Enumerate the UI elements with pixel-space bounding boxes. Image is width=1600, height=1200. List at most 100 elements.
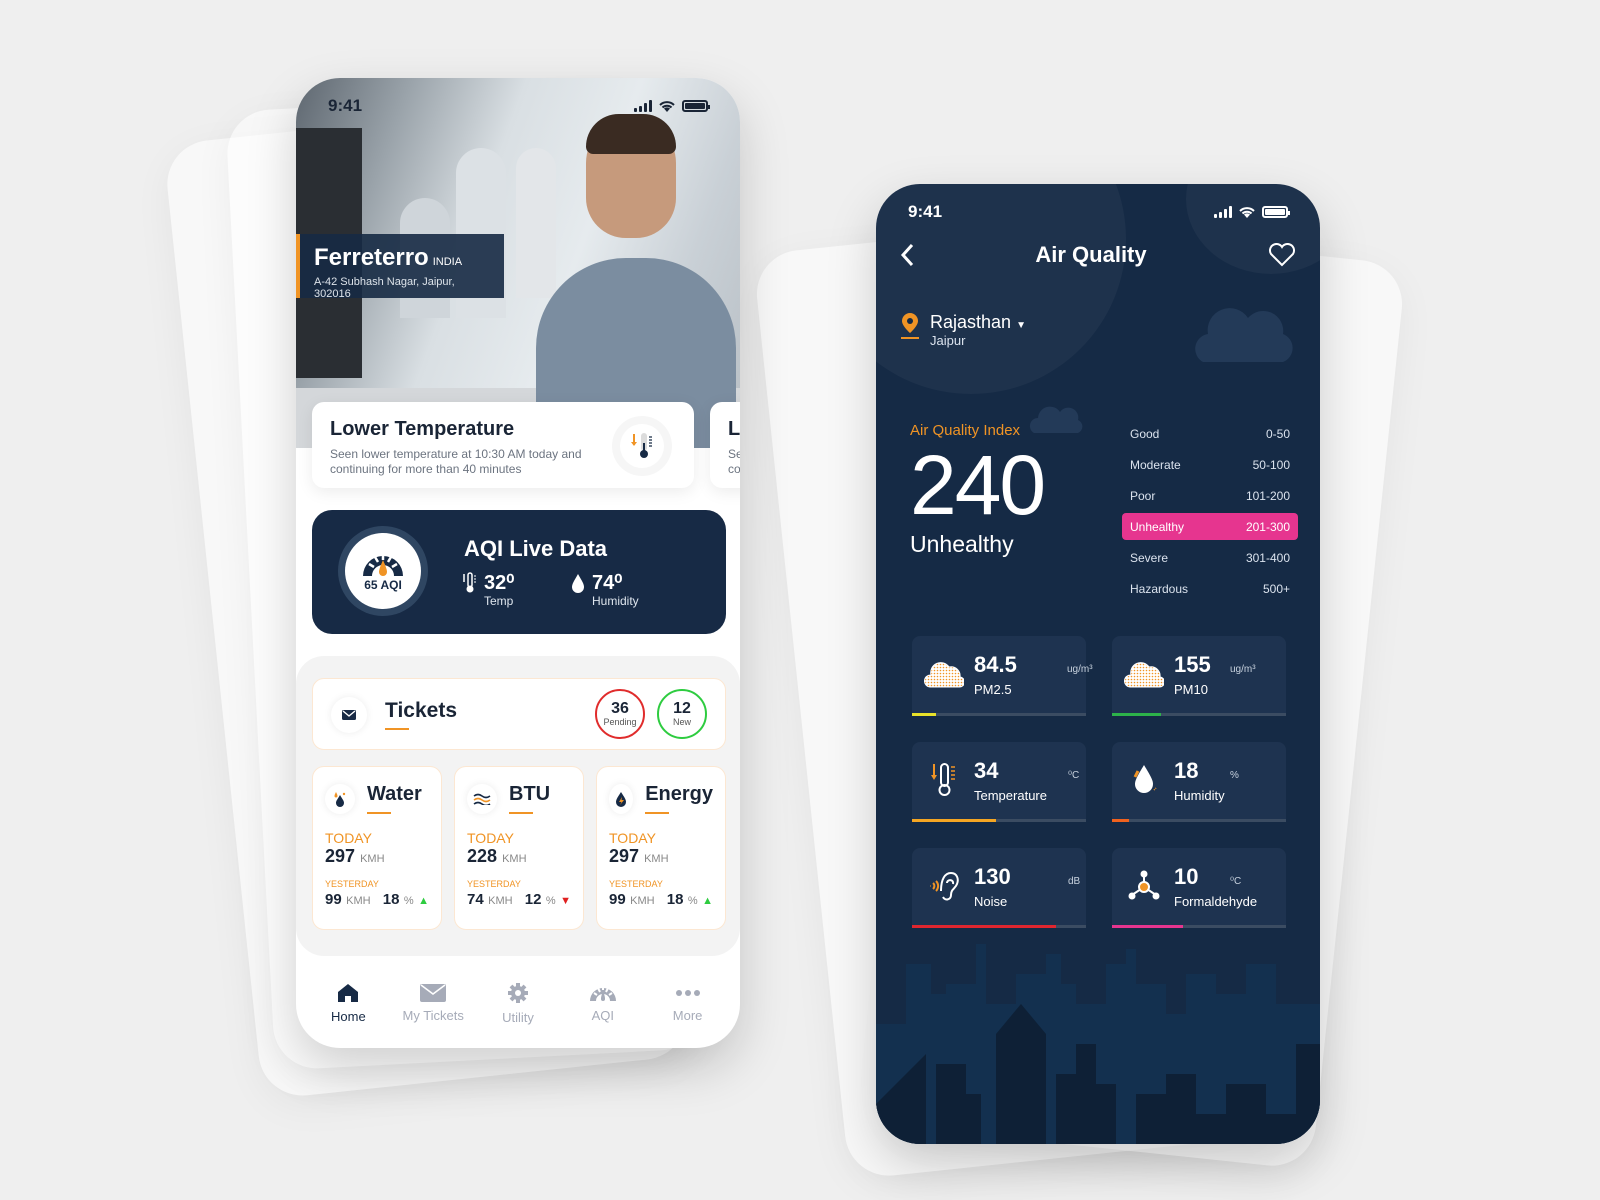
thermometer-icon: [463, 572, 476, 593]
aqi-live-card[interactable]: 65 AQI AQI Live Data 32⁰ Temp 74⁰ Humidity: [312, 510, 726, 634]
scale-name: Good: [1130, 426, 1160, 441]
yesterday-unit: KMH: [346, 895, 371, 907]
aqi-scale: Good 0-50 Moderate 50-100 Poor 101-200 Unhealt…: [1122, 420, 1298, 606]
metric-unit: ⁰C: [1068, 770, 1080, 781]
metric-card-humidity[interactable]: 18% Humidity: [1112, 742, 1286, 822]
pending-badge[interactable]: 36 Pending: [595, 689, 645, 739]
alert-card[interactable]: Lower Temperature Seen lower temperature…: [312, 402, 694, 488]
aqi-label: Air Quality Index: [910, 422, 1021, 439]
cloud-decoration: [1195, 308, 1293, 362]
scale-name: Hazardous: [1130, 581, 1189, 596]
cloud-icon: [924, 654, 964, 694]
dropdown-caret-icon: ▼: [1016, 320, 1026, 331]
drop-icon: [1124, 760, 1164, 800]
location-selector[interactable]: Rajasthan ▼ Jaipur: [900, 312, 1026, 348]
home-icon: [338, 983, 359, 1002]
metric-level-bar: [1112, 713, 1286, 716]
yesterday-value: 99: [609, 891, 626, 908]
today-value: 297: [609, 846, 640, 866]
yesterday-label: YESTERDAY: [325, 879, 379, 889]
utility-card-water[interactable]: Water TODAY 297 KMH YESTERDAY 99 KMH 18 …: [312, 766, 442, 930]
battery-icon: [1262, 206, 1290, 218]
metric-level-bar: [912, 819, 1086, 822]
status-time: 9:41: [908, 202, 943, 221]
aqi-value: 65 AQI: [364, 578, 402, 592]
temp-value: 32⁰: [484, 572, 515, 594]
utility-card-btu[interactable]: BTU TODAY 228 KMH YESTERDAY 74 KMH 12 % …: [454, 766, 584, 930]
heart-icon[interactable]: [1268, 243, 1296, 267]
metric-name: Formaldehyde: [1174, 894, 1258, 909]
metric-level-bar: [912, 925, 1086, 928]
metric-level-fill: [1112, 925, 1184, 928]
tab-home[interactable]: Home: [308, 983, 388, 1024]
metric-value: 34: [974, 758, 999, 783]
alert-card-next[interactable]: L Se co: [710, 402, 740, 488]
company-address: A-42 Subhash Nagar, Jaipur, 302016: [314, 276, 455, 300]
tab-label: AQI: [591, 1007, 614, 1023]
change-value: 18: [382, 891, 400, 908]
envelope-icon: [420, 983, 447, 1002]
trend-down-icon: ▼: [560, 895, 571, 907]
humidity-label: Humidity: [592, 594, 639, 608]
location-state: Rajasthan: [930, 312, 1012, 332]
status-time: 9:41: [328, 96, 363, 115]
ear-icon: [924, 866, 964, 906]
yesterday-unit: KMH: [488, 895, 513, 907]
tab-label: Utility: [502, 1009, 534, 1025]
today-label: TODAY: [325, 830, 372, 846]
drop-icon: [572, 574, 584, 593]
metric-card-temperature[interactable]: 34 ⁰C Temperature: [912, 742, 1086, 822]
trend-up-icon: ▲: [702, 895, 713, 907]
yesterday-label: YESTERDAY: [467, 879, 521, 889]
metric-value: 84.5: [974, 652, 1017, 677]
more-dots-icon: [675, 989, 700, 996]
status-bar: 9:41: [908, 202, 1290, 222]
molecule-icon: [1124, 866, 1164, 906]
trend-up-icon: ▲: [418, 895, 429, 907]
metric-unit: ug/m³: [1067, 664, 1093, 675]
battery-icon: [682, 100, 710, 112]
nav-bar: Air Quality: [900, 242, 1296, 268]
alert-description: Seen lower temperature at 10:30 AM today…: [330, 447, 582, 476]
utility-card-energy[interactable]: Energy TODAY 297 KMH YESTERDAY 99 KMH 18…: [596, 766, 726, 930]
change-value: 12: [524, 891, 542, 908]
change-unit: %: [687, 895, 698, 907]
new-badge[interactable]: 12 New: [657, 689, 707, 739]
location-pin-icon: [901, 313, 919, 339]
tab-aqi[interactable]: AQI: [563, 984, 643, 1023]
metric-name: Temperature: [974, 788, 1047, 803]
scale-range: 50-100: [1252, 457, 1290, 472]
waves-icon: [467, 783, 497, 814]
aqi-scale-row: Unhealthy 201-300: [1122, 513, 1298, 540]
metric-value: 18: [1174, 758, 1199, 783]
today-value: 228: [467, 846, 498, 866]
metric-card-formaldehyde[interactable]: 10 ⁰C Formaldehyde: [1112, 848, 1286, 928]
metric-unit: ug/m³: [1230, 664, 1256, 675]
tickets-card[interactable]: Tickets 36 Pending 12 New: [312, 678, 726, 750]
temp-label: Temp: [484, 594, 514, 608]
metric-card-noise[interactable]: 130 dB Noise: [912, 848, 1086, 928]
tab-more[interactable]: More: [648, 984, 728, 1023]
back-chevron-icon[interactable]: [900, 243, 914, 267]
metric-level-fill: [912, 713, 937, 716]
aqi-category: Unhealthy: [910, 531, 1014, 557]
today-unit: KMH: [502, 853, 527, 865]
tab-my-tickets[interactable]: My Tickets: [393, 983, 473, 1023]
alert-next-description: Se co: [728, 447, 740, 476]
scale-range: 201-300: [1245, 519, 1290, 534]
alert-next-title: L: [728, 418, 740, 440]
thermometer-down-icon: [620, 424, 664, 468]
metric-unit: dB: [1068, 876, 1081, 887]
company-banner: Ferreterro INDIA A-42 Subhash Nagar, Jaip…: [296, 234, 504, 300]
location-city: Jaipur: [930, 333, 966, 348]
today-label: TODAY: [609, 830, 656, 846]
metric-card-pm10[interactable]: 155 ug/m³ PM10: [1112, 636, 1286, 716]
yesterday-value: 99: [325, 891, 342, 908]
tab-utility[interactable]: Utility: [478, 982, 558, 1025]
air-quality-screen: 9:41 Air Quality Rajasthan ▼ Jaipur Air …: [876, 184, 1320, 1144]
today-value: 297: [325, 846, 356, 866]
metric-card-pm2-5[interactable]: 84.5 ug/m³ PM2.5: [912, 636, 1093, 716]
aqi-scale-row: Severe 301-400: [1122, 544, 1298, 571]
metric-level-fill: [912, 819, 996, 822]
home-screen: 9:41 Ferreterro INDIA A-42 Subhash Nagar,…: [296, 78, 740, 1048]
